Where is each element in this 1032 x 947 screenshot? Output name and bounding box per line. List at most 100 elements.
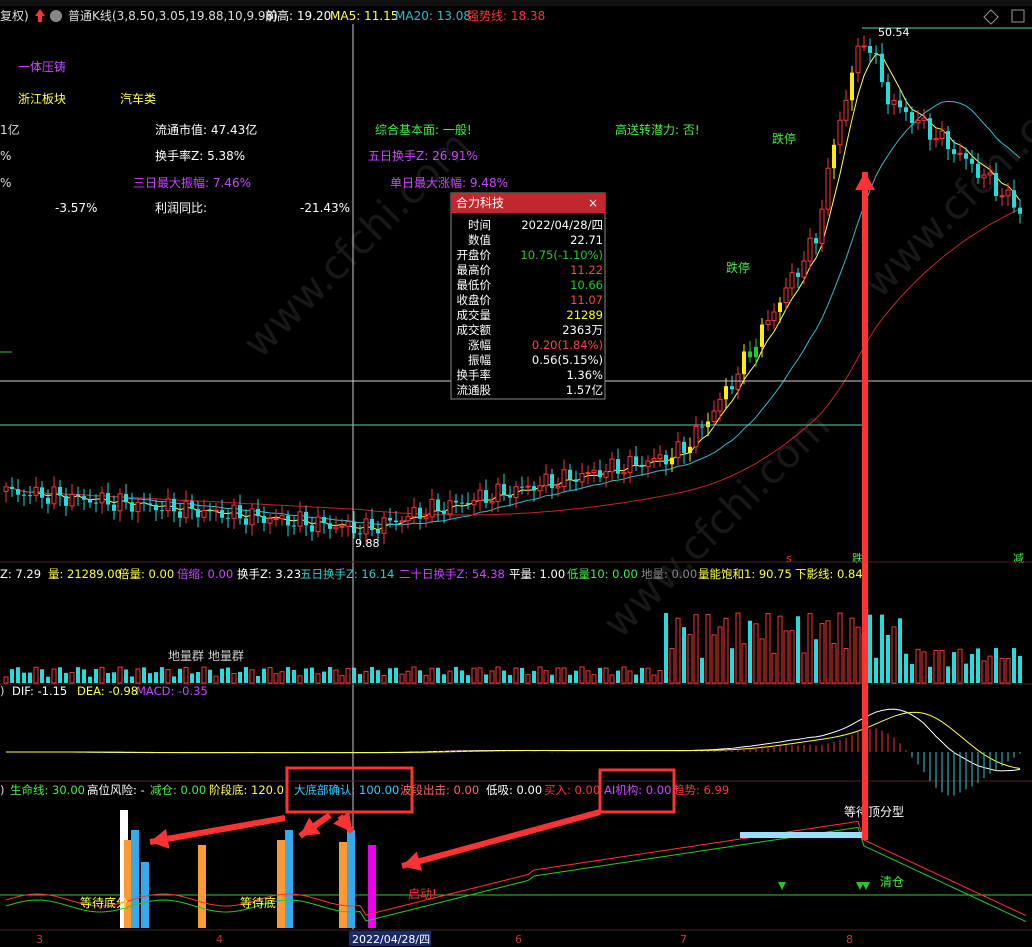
candle[interactable] [621,463,627,484]
candle[interactable] [634,445,638,471]
candle[interactable] [868,38,872,64]
candle[interactable] [886,73,890,114]
candle[interactable] [82,489,86,511]
candle[interactable] [267,513,273,535]
candle[interactable] [717,392,723,422]
candle[interactable] [292,516,296,535]
candle[interactable] [244,509,248,534]
candle[interactable] [880,43,884,88]
candle[interactable] [855,38,861,83]
candle[interactable] [837,111,843,154]
candle[interactable] [783,277,789,310]
candle[interactable] [178,502,182,528]
candle[interactable] [315,506,321,538]
candle[interactable] [471,492,477,515]
candle[interactable] [609,451,615,482]
candle[interactable] [664,450,668,476]
candle[interactable] [477,482,483,511]
candle[interactable] [135,497,141,523]
candle[interactable] [591,462,597,483]
candle[interactable] [568,463,572,491]
tooltip-close-icon[interactable]: × [588,196,598,210]
candle[interactable] [220,499,224,524]
candle[interactable] [484,479,488,509]
candle[interactable] [700,420,704,438]
candle[interactable] [891,93,897,115]
candle[interactable] [394,510,398,531]
candle[interactable] [520,476,524,495]
candle[interactable] [585,465,591,484]
candle[interactable] [28,486,32,505]
candle[interactable] [339,518,345,538]
candle[interactable] [574,470,578,492]
candle[interactable] [760,317,764,358]
candle[interactable] [99,486,105,514]
candle[interactable] [825,157,831,216]
candle[interactable] [561,459,567,494]
candle[interactable] [1012,179,1016,213]
info-circle-icon[interactable] [50,10,62,22]
candle[interactable] [814,233,818,255]
candle[interactable] [88,489,92,509]
candle[interactable] [651,448,657,468]
candle[interactable] [423,507,429,528]
candle[interactable] [183,490,189,524]
candle[interactable] [807,228,813,269]
candle[interactable] [33,477,39,502]
candle[interactable] [208,502,212,521]
candle[interactable] [345,514,351,537]
candle[interactable] [640,455,644,476]
candle[interactable] [112,495,116,520]
candle[interactable] [51,476,57,510]
candle[interactable] [502,473,506,501]
maximize-icon[interactable] [1011,9,1025,23]
candle[interactable] [16,478,20,502]
candle[interactable] [231,498,237,529]
candle[interactable] [657,445,663,467]
candle[interactable] [117,488,123,522]
candle[interactable] [418,502,422,530]
candle[interactable] [124,483,128,510]
candle[interactable] [579,462,585,488]
candle[interactable] [429,489,435,524]
candle[interactable] [165,488,171,518]
candle[interactable] [904,98,908,122]
candle[interactable] [898,90,902,114]
candle[interactable] [238,494,242,525]
candle[interactable] [801,251,807,285]
candle[interactable] [10,477,14,498]
candle[interactable] [861,35,867,52]
candle[interactable] [603,464,609,488]
candle[interactable] [94,494,98,513]
diamond-icon[interactable] [983,9,999,25]
candle[interactable] [832,138,836,179]
candle[interactable] [796,267,800,288]
candle[interactable] [249,503,255,536]
candle[interactable] [322,510,326,534]
candle[interactable] [256,498,260,524]
candle[interactable] [508,485,512,507]
candle[interactable] [525,476,531,496]
candle[interactable] [616,448,620,479]
candle[interactable] [675,431,681,466]
candle[interactable] [771,303,777,330]
candle[interactable] [946,126,950,161]
candle[interactable] [106,482,110,511]
candle[interactable] [1018,199,1022,224]
candle[interactable] [69,483,75,511]
candle[interactable] [460,494,464,513]
candle[interactable] [3,482,9,503]
candle[interactable] [130,492,134,520]
candle[interactable] [682,436,686,464]
candle[interactable] [436,493,440,522]
candle[interactable] [154,499,158,522]
stock-chart[interactable]: www.cfchi.com www.cfchi.com www.cfchi.co… [0,0,1032,947]
candle[interactable] [58,479,62,507]
candle[interactable] [190,494,194,520]
candle[interactable] [693,416,699,454]
candle[interactable] [405,507,411,529]
candle[interactable] [310,516,314,541]
candle[interactable] [765,310,771,331]
candle[interactable] [819,199,825,252]
candle[interactable] [748,340,752,363]
